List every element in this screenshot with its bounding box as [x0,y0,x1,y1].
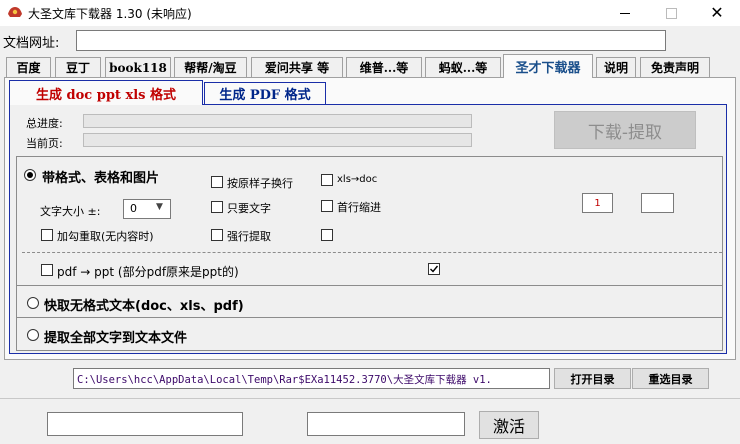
keep-line-breaks-label: 按原样子换行 [227,177,293,190]
subtab-doc-ppt-xls[interactable]: 生成 doc ppt xls 格式 [9,80,203,105]
tab-docin[interactable]: 豆丁 [55,57,101,77]
subtab-pdf[interactable]: 生成 PDF 格式 [204,82,326,104]
radio-plain-text-label: 快取无格式文本(doc、xls、pdf) [44,299,244,314]
open-directory-button[interactable]: 打开目录 [554,368,631,389]
tab-help[interactable]: 说明 [596,57,636,77]
minimize-button[interactable] [602,0,648,26]
app-icon [8,7,22,17]
maximize-icon [665,7,677,19]
redo-checkbox[interactable] [41,229,53,241]
radio-all-text[interactable] [27,329,39,341]
pdf-to-ppt-checkbox[interactable] [41,264,53,276]
tab-shengcai[interactable]: 圣才下载器 [503,54,593,78]
close-button[interactable]: ✕ [694,0,740,26]
activation-input-1[interactable] [47,412,243,436]
redo-label: 加勾重取(无内容时) [57,230,154,243]
unlabeled-checkbox[interactable] [321,229,333,241]
separator [0,398,740,399]
xls-to-doc-checkbox[interactable] [321,174,333,186]
force-extract-checkbox[interactable] [211,229,223,241]
number-field-1[interactable]: 1 [582,193,613,213]
chevron-down-icon: ▼ [156,202,163,212]
maximize-button[interactable] [648,0,694,26]
radio-plain-text[interactable] [27,297,39,309]
text-only-label: 只要文字 [227,202,271,215]
number-field-2[interactable] [641,193,674,213]
total-progress-label: 总进度: [26,117,63,130]
window-title: 大圣文库下载器 1.30 (未响应) [28,7,192,21]
first-line-indent-label: 首行缩进 [337,201,381,214]
keep-line-breaks-checkbox[interactable] [211,176,223,188]
tab-book118[interactable]: book118 [105,57,171,77]
total-progress-bar [83,114,472,128]
current-progress-bar [83,133,472,147]
save-path-field[interactable]: C:\Users\hcc\AppData\Local\Temp\Rar$EXa1… [73,368,550,389]
xls-to-doc-label: xls→doc [337,174,378,185]
activate-button[interactable]: 激活 [479,411,539,439]
url-input[interactable] [76,30,666,51]
font-size-value: 0 [130,202,137,215]
tab-baidu[interactable]: 百度 [6,57,51,77]
tab-aiwen[interactable]: 爱问共享 等 [251,57,343,77]
radio-with-format-label: 带格式、表格和图片 [42,171,160,186]
reselect-directory-button[interactable]: 重选目录 [632,368,709,389]
tab-mayi[interactable]: 蚂蚁...等 [425,57,501,77]
download-extract-button[interactable]: 下载-提取 [554,111,696,149]
check-icon [430,265,439,273]
font-size-label: 文字大小 ±: [40,205,101,218]
url-label: 文档网址: [3,36,60,51]
divider [22,252,722,253]
radio-all-text-label: 提取全部文字到文本文件 [44,331,188,346]
pdf-to-ppt-label: pdf → ppt (部分pdf原来是ppt的) [57,265,239,279]
minimize-icon [620,12,630,14]
text-only-checkbox[interactable] [211,201,223,213]
tab-bangbang[interactable]: 帮帮/淘豆 [174,57,247,77]
pdf-to-ppt-right-checkbox[interactable] [428,263,440,275]
first-line-indent-checkbox[interactable] [321,200,333,212]
activation-input-2[interactable] [307,412,465,436]
close-icon: ✕ [710,3,724,22]
radio-with-format[interactable] [24,169,36,181]
tab-disclaimer[interactable]: 免责声明 [640,57,710,77]
current-progress-label: 当前页: [26,137,63,150]
force-extract-label: 强行提取 [227,230,271,243]
tab-weipu[interactable]: 维普...等 [346,57,422,77]
